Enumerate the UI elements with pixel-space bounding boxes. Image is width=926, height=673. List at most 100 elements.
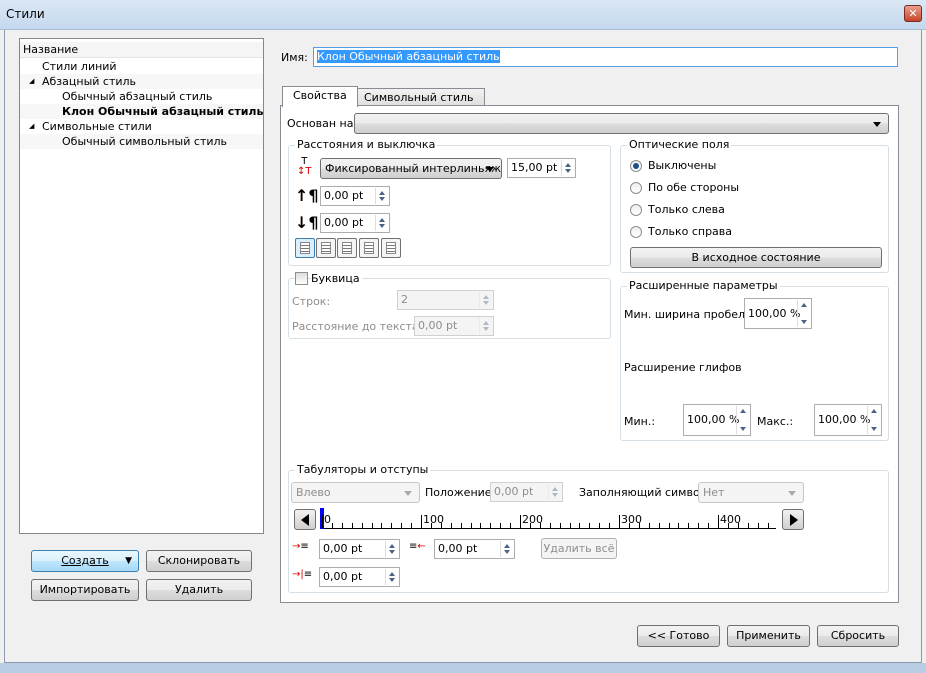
leading-input[interactable]: 15,00 pt [507, 158, 576, 178]
optical-option-label: Только справа [648, 225, 733, 238]
lines-input[interactable]: 2 [397, 290, 494, 310]
spinner[interactable] [867, 406, 880, 434]
space-after-input[interactable]: 0,00 pt [320, 213, 390, 233]
close-icon[interactable]: ✕ [904, 5, 922, 22]
ruler-tick [658, 523, 660, 528]
fill-select[interactable]: Нет [698, 482, 804, 503]
expand-triangle-icon[interactable]: ◢ [29, 74, 34, 89]
max-glyph-input[interactable]: 100,00 % [814, 404, 882, 436]
ruler-tick [371, 523, 373, 528]
ruler-tick [767, 523, 769, 528]
tab-char-style[interactable]: Символьный стиль [353, 88, 485, 106]
delete-all-button[interactable]: Удалить всё [541, 538, 617, 559]
min-glyph-input[interactable]: 100,00 % [683, 404, 751, 436]
taskbar [0, 663, 926, 673]
optical-radio[interactable] [630, 204, 642, 216]
max-label: Макс.: [757, 415, 794, 428]
min-label: Мин.: [624, 415, 656, 428]
arrow-left-icon [301, 514, 309, 526]
tree-item[interactable]: Клон Обычный абзацный стиль [20, 104, 263, 119]
ruler-left-button[interactable] [294, 509, 316, 530]
ruler-tick [559, 523, 561, 528]
reset-button[interactable]: Сбросить [817, 625, 899, 647]
first-indent-icon: →≡ [292, 541, 309, 552]
tree-item[interactable]: ◢ Символьные стили [20, 119, 263, 134]
tree-item-label: Обычный абзацный стиль [62, 90, 213, 103]
ruler-tick [470, 523, 472, 528]
done-button[interactable]: << Готово [637, 625, 720, 647]
spinner[interactable] [385, 569, 398, 585]
spinner[interactable] [385, 541, 398, 557]
dropcap-checkbox[interactable] [295, 272, 308, 285]
spinner[interactable] [736, 406, 749, 434]
spinner[interactable] [375, 188, 388, 204]
tree-item[interactable]: ◢ Абзацный стиль [20, 74, 263, 89]
space-after-icon: ↓¶ [295, 213, 319, 232]
space-before-input[interactable]: 0,00 pt [320, 186, 390, 206]
tab-ruler[interactable]: 0 100 200 300 400 [320, 507, 776, 533]
leading-mode-select[interactable]: Фиксированный интерлиньяж [320, 158, 502, 179]
ruler-tick [490, 523, 492, 528]
leading-icon: T ↕T [297, 156, 312, 177]
clone-button[interactable]: Склонировать [146, 550, 252, 572]
optical-radio[interactable] [630, 226, 642, 238]
spinner[interactable] [797, 300, 810, 327]
tree-item[interactable]: Обычный абзацный стиль [20, 89, 263, 104]
ruler-tick [450, 523, 452, 528]
ruler-tick [480, 523, 482, 528]
ruler-tick [698, 523, 700, 528]
ruler-tick [718, 515, 719, 528]
reset-optical-button[interactable]: В исходное состояние [630, 247, 882, 268]
min-space-input[interactable]: 100,00 % [744, 298, 812, 329]
ruler-tick [619, 515, 620, 528]
name-input[interactable]: Клон Обычный абзацный стиль [313, 47, 898, 67]
spinner[interactable] [500, 541, 513, 557]
ruler-right-button[interactable] [782, 509, 804, 530]
align-center-button[interactable] [316, 238, 336, 258]
spinner[interactable] [561, 160, 574, 176]
position-input[interactable]: 0,00 pt [490, 482, 563, 502]
expand-triangle-icon[interactable]: ◢ [29, 119, 34, 134]
align-right-button[interactable] [337, 238, 357, 258]
first-indent-input[interactable]: 0,00 pt [319, 539, 400, 559]
ruler-tick [520, 515, 521, 528]
ruler-tick [648, 523, 650, 528]
optical-radio[interactable] [630, 182, 642, 194]
ruler-tick [500, 523, 502, 528]
distance-label: Расстояние до текста: [292, 320, 423, 333]
create-button[interactable]: Создать ▼ [31, 550, 139, 572]
distance-input[interactable]: 0,00 pt [414, 316, 494, 336]
delete-button[interactable]: Удалить [146, 579, 252, 601]
spinner[interactable] [375, 215, 388, 231]
based-on-label: Основан на: [287, 117, 358, 130]
spinner[interactable] [548, 484, 561, 500]
apply-button[interactable]: Применить [727, 625, 810, 647]
ruler-tick [381, 523, 383, 528]
align-force-justify-icon [386, 242, 396, 254]
ruler-tick [569, 523, 571, 528]
optical-radio[interactable] [630, 160, 642, 172]
ruler-tick [549, 523, 551, 528]
tree-item[interactable]: Обычный символьный стиль [20, 134, 263, 149]
based-on-select[interactable] [354, 113, 889, 134]
ruler-label: 100 [423, 513, 444, 526]
left-indent-input[interactable]: 0,00 pt [319, 567, 400, 587]
align-justify-button[interactable] [359, 238, 379, 258]
import-button[interactable]: Импортировать [31, 579, 139, 601]
chevron-down-icon[interactable]: ▼ [125, 551, 132, 571]
tree-item-label: Обычный символьный стиль [62, 135, 228, 148]
tab-properties[interactable]: Свойства [282, 86, 358, 107]
style-tree[interactable]: Название Стили линий ◢ Абзацный стиль Обычн… [19, 38, 264, 534]
align-left-button[interactable] [295, 238, 315, 258]
ruler-tick [589, 523, 591, 528]
spinner[interactable] [479, 292, 492, 308]
ruler-tick [460, 523, 462, 528]
tree-item-label: Абзацный стиль [42, 75, 137, 88]
dropcap-label: Буквица [311, 272, 362, 285]
tree-item[interactable]: Стили линий [20, 59, 263, 74]
spinner[interactable] [479, 318, 492, 334]
align-force-justify-button[interactable] [381, 238, 401, 258]
right-indent-input[interactable]: 0,00 pt [434, 539, 515, 559]
min-space-label: Мин. ширина пробела: [624, 308, 756, 321]
tab-align-select[interactable]: Влево [291, 482, 420, 503]
